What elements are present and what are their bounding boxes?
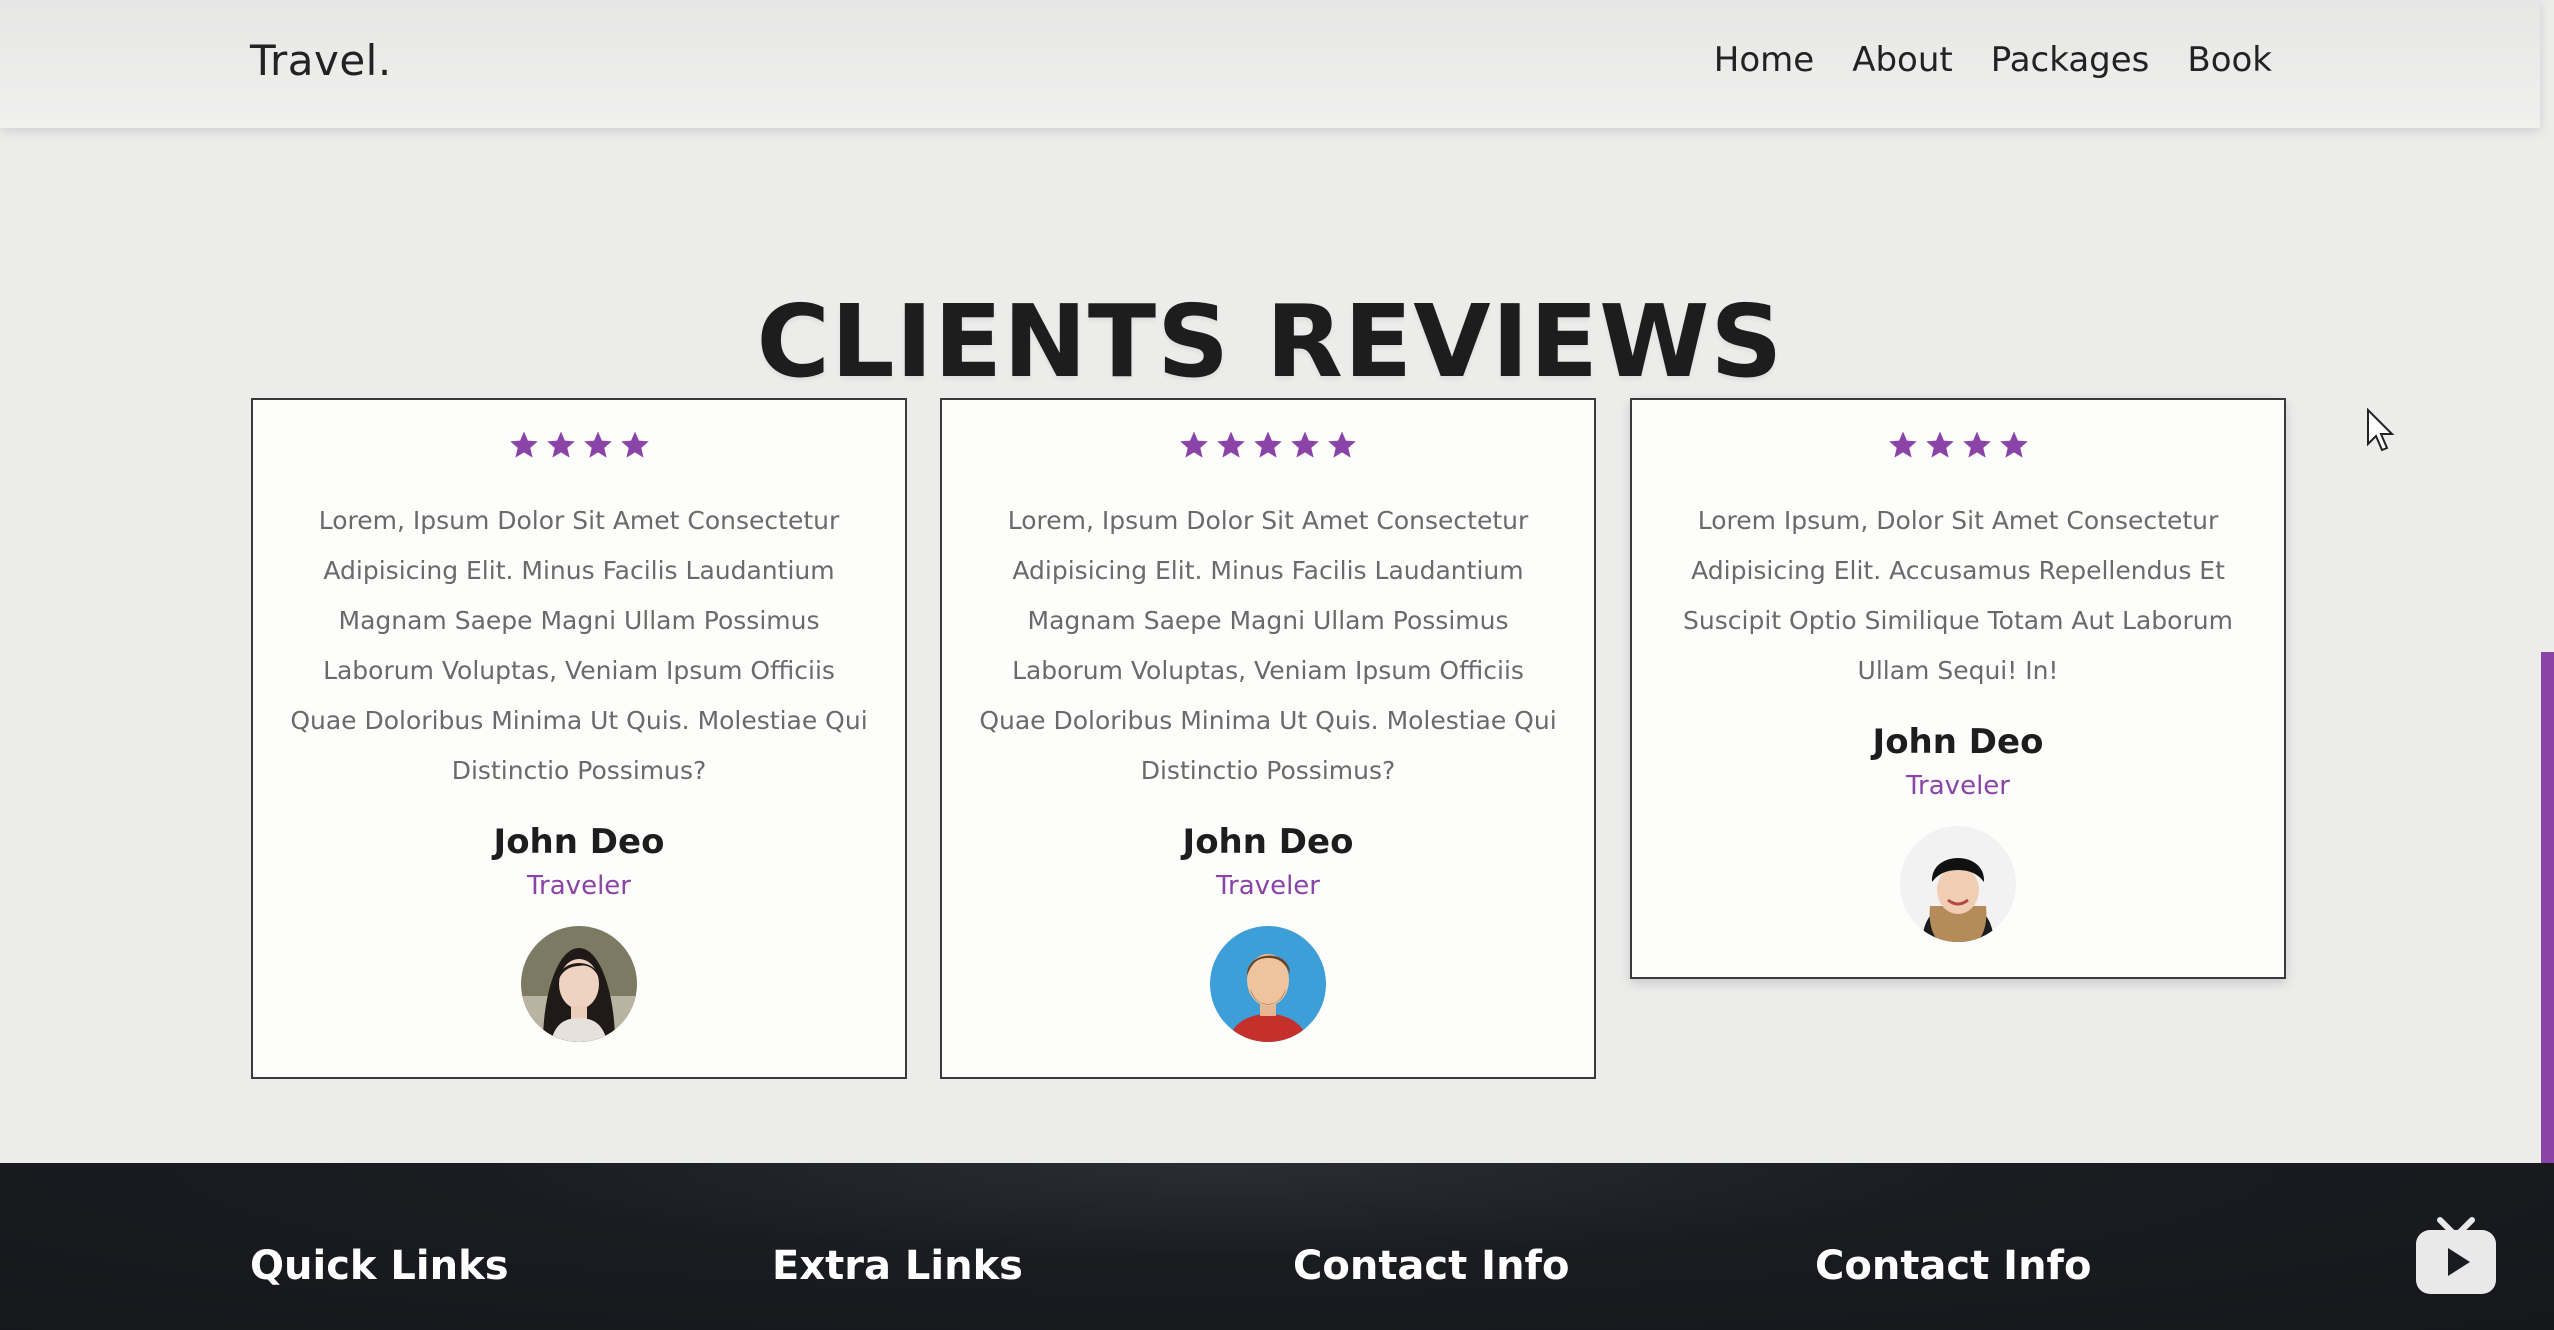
avatar: [521, 926, 637, 1042]
main-nav: Home About Packages Book: [1714, 40, 2272, 80]
star-icon: [546, 430, 576, 460]
logo[interactable]: Travel.: [250, 36, 392, 85]
avatar: [1900, 826, 2016, 942]
client-name: John Deo: [1182, 822, 1354, 862]
review-card: Lorem Ipsum, Dolor Sit Amet Consectetur …: [1630, 398, 2286, 979]
star-icon: [509, 430, 539, 460]
cursor-icon: [2367, 408, 2395, 452]
client-role: Traveler: [1216, 871, 1320, 901]
nav-about[interactable]: About: [1852, 40, 1953, 80]
avatar: [1210, 926, 1326, 1042]
nav-home[interactable]: Home: [1714, 40, 1814, 80]
footer-heading-extra-links: Extra Links: [772, 1243, 1023, 1289]
client-name: John Deo: [1872, 722, 2044, 762]
reviews-title: CLIENTS REVIEWS: [756, 283, 1784, 400]
client-role: Traveler: [527, 871, 631, 901]
tv-play-icon[interactable]: [2414, 1216, 2498, 1296]
review-text: Lorem, Ipsum Dolor Sit Amet Consectetur …: [979, 506, 1557, 785]
star-icon: [1290, 430, 1320, 460]
footer-heading-contact-info: Contact Info: [1293, 1243, 1570, 1289]
footer-heading-quick-links: Quick Links: [250, 1243, 509, 1289]
nav-book[interactable]: Book: [2187, 40, 2272, 80]
review-card: Lorem, Ipsum Dolor Sit Amet Consectetur …: [251, 398, 907, 1079]
footer-heading-contact-info-2: Contact Info: [1815, 1243, 2092, 1289]
star-icon: [1327, 430, 1357, 460]
client-role: Traveler: [1906, 771, 2010, 801]
star-icon: [1999, 430, 2029, 460]
star-icon: [583, 430, 613, 460]
review-text: Lorem Ipsum, Dolor Sit Amet Consectetur …: [1683, 506, 2233, 685]
nav-packages[interactable]: Packages: [1991, 40, 2150, 80]
site-header: Travel. Home About Packages Book: [0, 0, 2540, 128]
rating-stars: [253, 430, 905, 470]
star-icon: [1179, 430, 1209, 460]
star-icon: [1925, 430, 1955, 460]
page: Travel. Home About Packages Book CLIENTS…: [0, 0, 2554, 1330]
review-text: Lorem, Ipsum Dolor Sit Amet Consectetur …: [290, 506, 868, 785]
star-icon: [1962, 430, 1992, 460]
review-card: Lorem, Ipsum Dolor Sit Amet Consectetur …: [940, 398, 1596, 1079]
star-icon: [1216, 430, 1246, 460]
client-name: John Deo: [493, 822, 665, 862]
rating-stars: [1632, 430, 2284, 470]
star-icon: [620, 430, 650, 460]
star-icon: [1888, 430, 1918, 460]
site-footer: Quick Links Extra Links Contact Info Con…: [0, 1163, 2554, 1330]
star-icon: [1253, 430, 1283, 460]
scrollbar-thumb[interactable]: [2541, 652, 2554, 1230]
rating-stars: [942, 430, 1594, 470]
